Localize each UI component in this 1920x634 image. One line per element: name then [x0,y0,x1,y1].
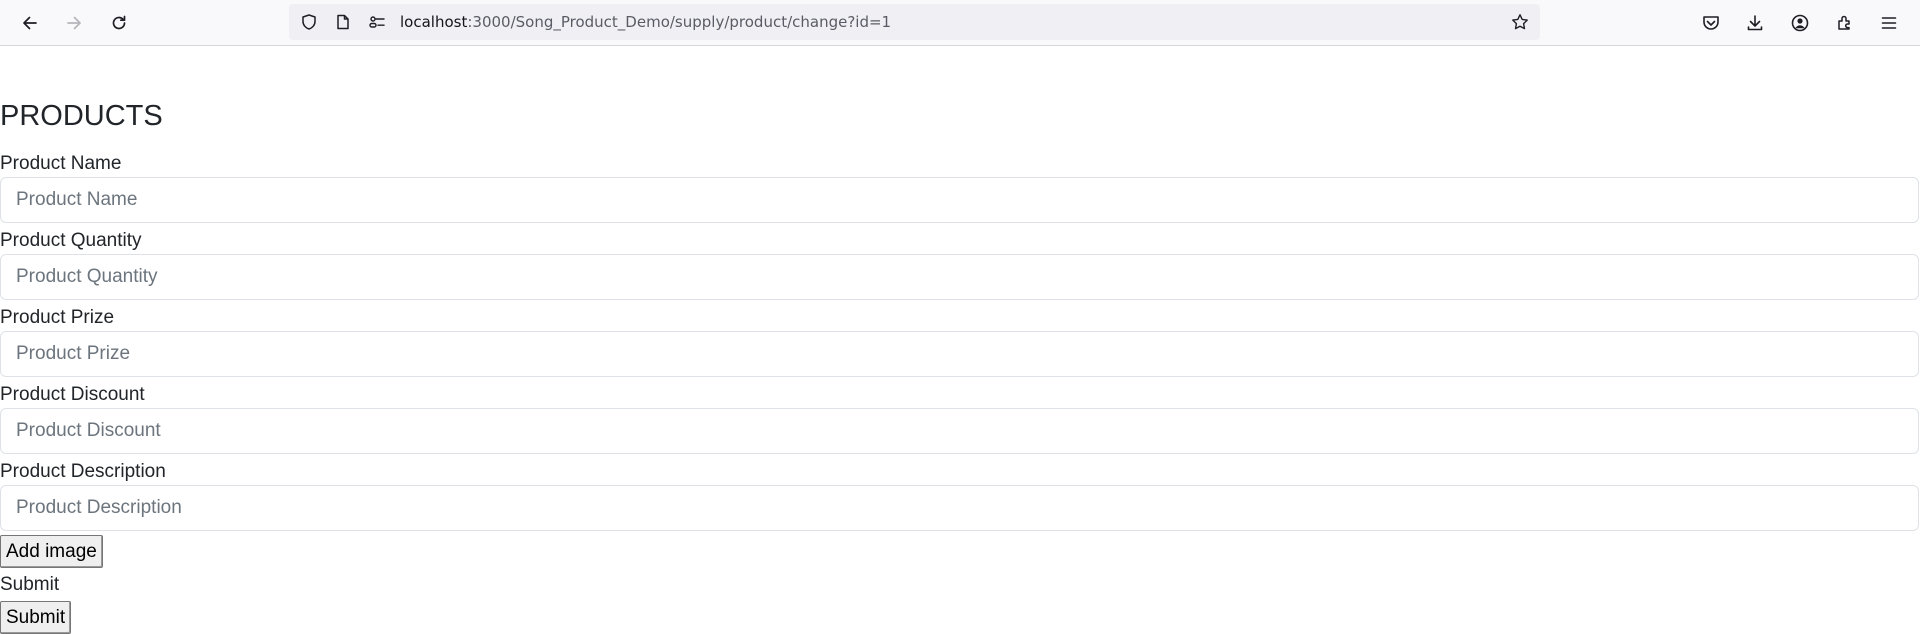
product-name-label: Product Name [0,153,122,174]
product-prize-label: Product Prize [0,307,115,328]
page-title: PRODUCTS [0,100,163,132]
bookmark-star-icon[interactable] [1510,12,1530,32]
url-path: :3000/Song_Product_Demo/supply/product/c… [467,13,892,31]
reload-icon[interactable] [102,6,136,40]
product-quantity-input[interactable] [0,254,1919,300]
page-icon[interactable] [333,12,353,32]
browser-toolbar: localhost:3000/Song_Product_Demo/supply/… [0,0,1920,46]
account-icon[interactable] [1785,8,1815,38]
download-icon[interactable] [1740,8,1770,38]
forward-arrow-icon[interactable] [57,6,91,40]
product-discount-label: Product Discount [0,384,145,405]
url-bar[interactable]: localhost:3000/Song_Product_Demo/supply/… [289,4,1540,40]
submit-text: Submit [0,574,60,595]
extensions-icon[interactable] [1830,8,1860,38]
product-prize-input[interactable] [0,331,1919,377]
product-quantity-label: Product Quantity [0,230,142,251]
shield-icon[interactable] [299,12,319,32]
pocket-icon[interactable] [1696,8,1726,38]
menu-icon[interactable] [1874,8,1904,38]
submit-button[interactable]: Submit [0,601,72,634]
back-arrow-icon[interactable] [13,6,47,40]
product-discount-input[interactable] [0,408,1919,454]
product-description-input[interactable] [0,485,1919,531]
product-description-label: Product Description [0,461,166,482]
add-image-button[interactable]: Add image [0,535,103,568]
permissions-icon[interactable] [367,12,387,32]
url-host: localhost [400,13,468,31]
product-name-input[interactable] [0,177,1919,223]
url-text[interactable]: localhost:3000/Song_Product_Demo/supply/… [400,4,891,40]
